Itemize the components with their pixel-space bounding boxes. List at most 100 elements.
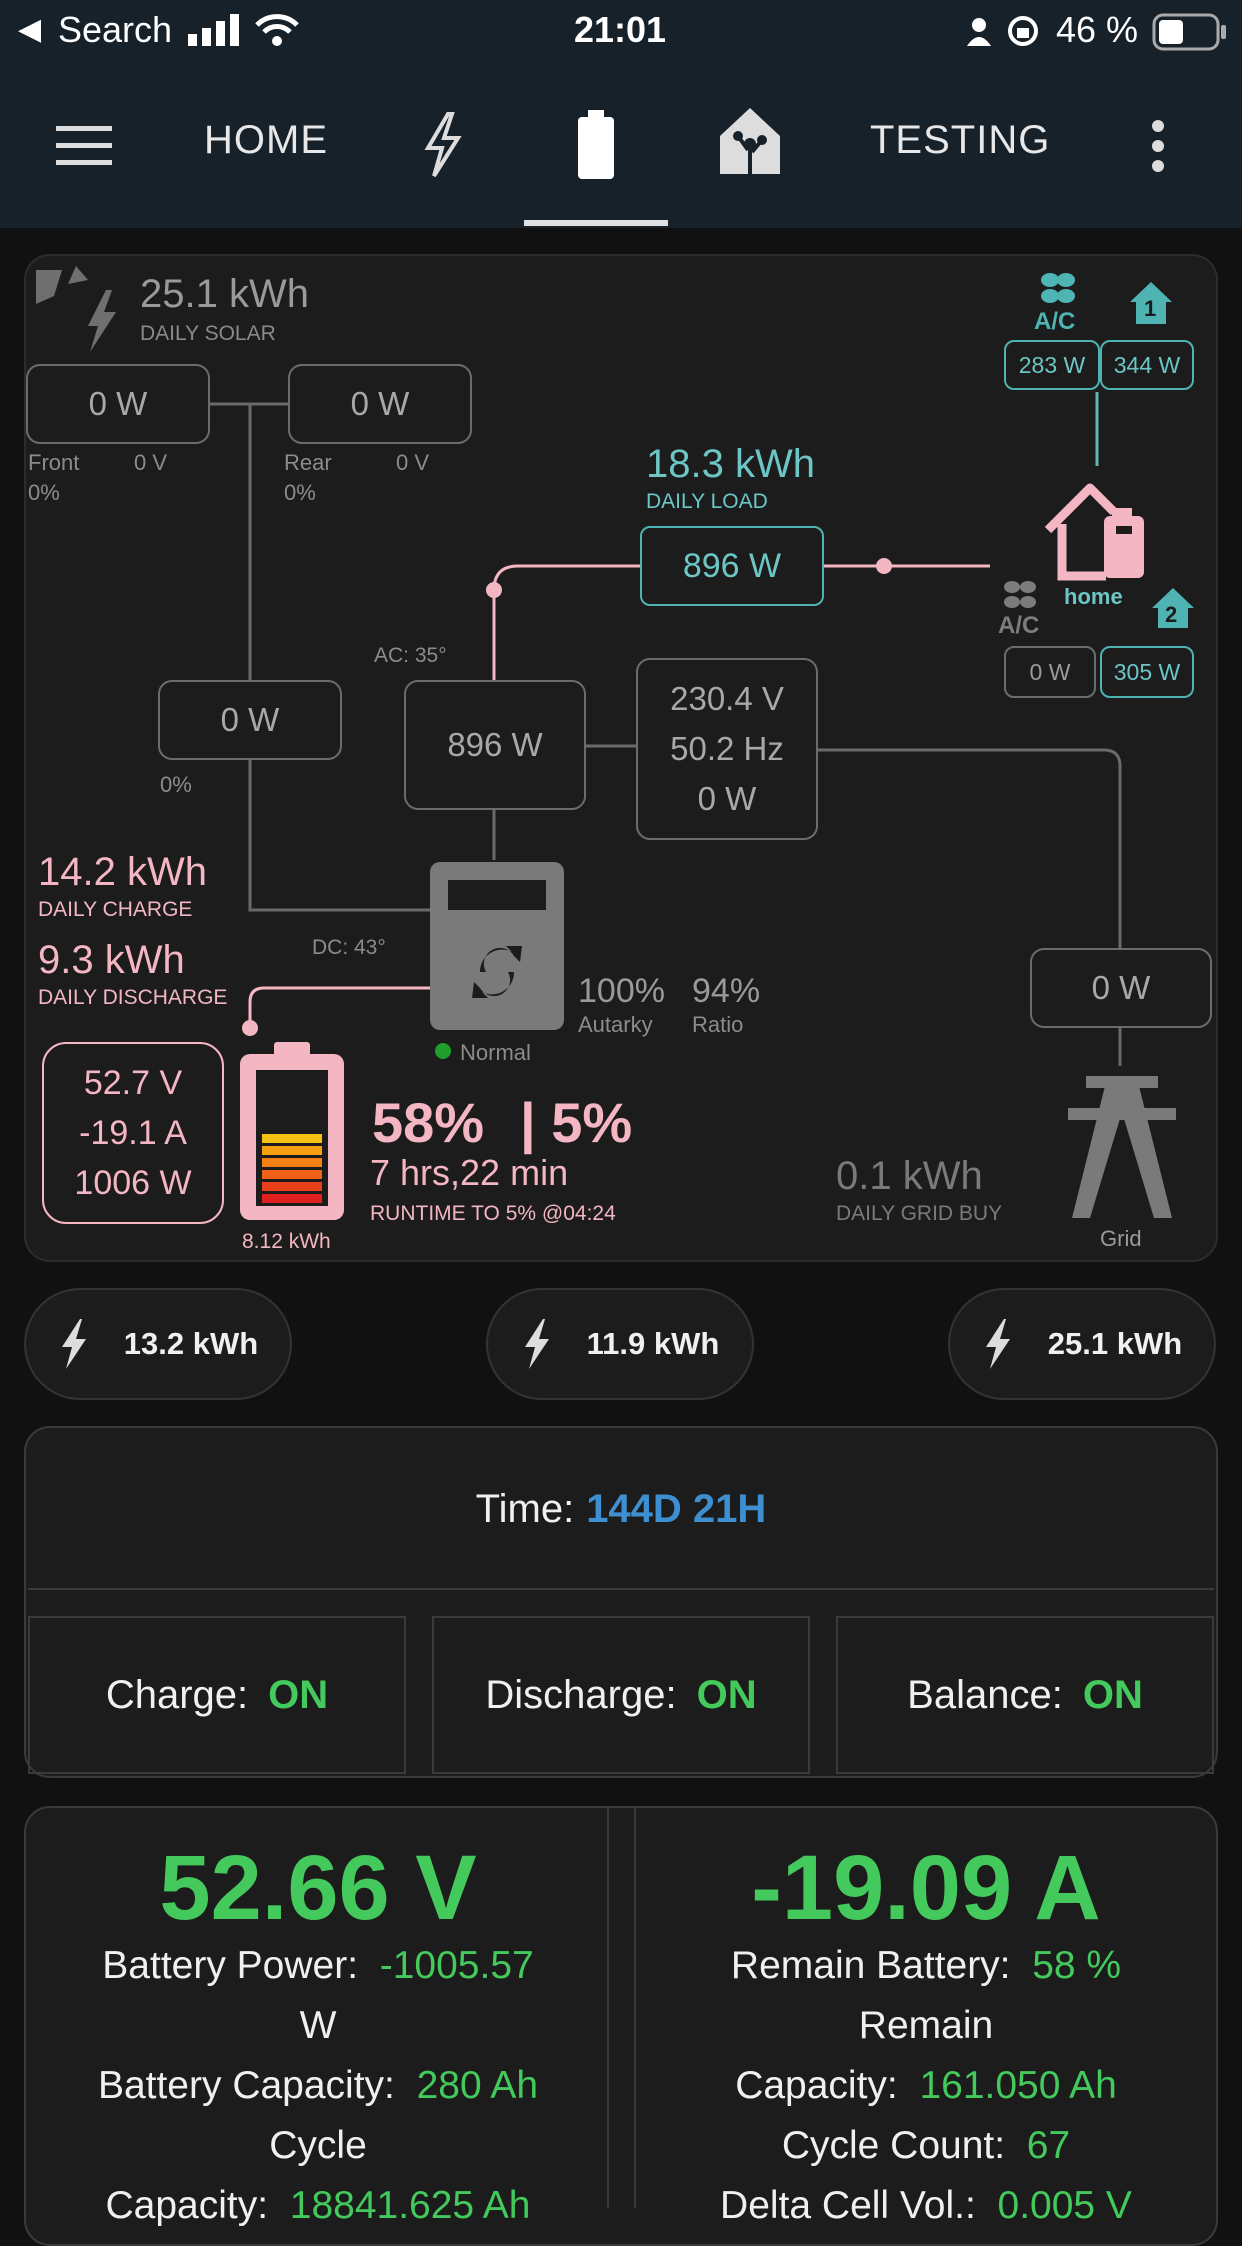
grid-label: Grid	[1100, 1226, 1142, 1251]
battery-power-unit: W	[299, 2004, 337, 2047]
daily-solar-value: 25.1 kWh	[140, 272, 309, 316]
battery-runtime-label: RUNTIME TO 5% @04:24	[370, 1202, 616, 1225]
load-power: 896 W	[640, 526, 824, 606]
energy-pill-3-value: 25.1 kWh	[1047, 1326, 1183, 1361]
ac-label-bottom: A/C	[998, 612, 1040, 639]
load-3-power: 0 W	[1004, 646, 1096, 698]
lightning-icon	[524, 1319, 549, 1369]
cycle-label: Cycle	[269, 2124, 367, 2167]
remain-capacity-row: Capacity: 161.050 Ah	[636, 2064, 1216, 2108]
discharge-status-cell: Discharge: ON	[432, 1616, 810, 1774]
inverter-icon	[430, 862, 564, 1030]
ac-fan-icon-2	[1004, 581, 1036, 608]
battery-power: 1006 W	[74, 1164, 192, 1202]
battery-level-bar	[262, 1194, 322, 1203]
remain-battery-value: 58 %	[1032, 1944, 1122, 1987]
battery-soc: 58%	[372, 1091, 485, 1154]
load-4-power: 305 W	[1100, 646, 1194, 698]
remain-battery-label: Remain Battery:	[730, 1944, 1011, 1987]
load-2-power: 344 W	[1100, 340, 1194, 390]
ac-temperature: AC: 35°	[374, 644, 447, 667]
lightning-icon	[985, 1319, 1010, 1369]
battery-level-bar	[262, 1146, 322, 1155]
charge-value: ON	[268, 1672, 329, 1717]
remain-capacity-value: 161.050 Ah	[919, 2064, 1117, 2107]
discharge-label: Discharge:	[485, 1672, 677, 1717]
battery-runtime: 7 hrs,22 min	[370, 1152, 569, 1193]
pv-front-name: Front	[28, 450, 80, 475]
battery-energy: 8.12 kWh	[242, 1230, 331, 1253]
battery-power-value: -1005.57	[379, 1944, 534, 1987]
cycle-capacity-value: 18841.625 Ah	[289, 2184, 531, 2227]
cycle-count-value: 67	[1026, 2124, 1071, 2167]
inverter-output-power: 896 W	[404, 680, 586, 810]
load-1-power: 283 W	[1004, 340, 1100, 390]
aux-power: 0 W	[158, 680, 342, 760]
balance-status-cell: Balance: ON	[836, 1616, 1214, 1774]
battery-capacity-row: Battery Capacity: 280 Ah	[28, 2064, 608, 2108]
charge-label: Charge:	[105, 1672, 249, 1717]
battery-current: -19.1 A	[79, 1114, 187, 1152]
pv-rear-power: 0 W	[288, 364, 472, 444]
cycle-count-label: Cycle Count:	[781, 2124, 1006, 2167]
remain-battery-row: Remain Battery: 58 %	[636, 1944, 1216, 1988]
energy-pill-3[interactable]: 25.1 kWh	[948, 1288, 1216, 1400]
house-2-number: 2	[1165, 602, 1178, 627]
stats-current: -19.09 A	[751, 1837, 1101, 1939]
battery-level-bar	[262, 1170, 322, 1179]
home-label: home	[1064, 584, 1123, 609]
battery-level-icon	[240, 1042, 344, 1220]
remain-capacity-label-1: Remain	[858, 2004, 994, 2047]
energy-pill-1-value: 13.2 kWh	[123, 1326, 259, 1361]
daily-solar-label: DAILY SOLAR	[140, 322, 276, 345]
delta-cell-value: 0.005 V	[997, 2184, 1132, 2227]
ratio-label: Ratio	[692, 1012, 744, 1037]
delta-cell-row: Delta Cell Vol.: 0.005 V	[636, 2184, 1216, 2228]
time-label: Time:	[475, 1486, 575, 1531]
daily-discharge-value: 9.3 kWh	[38, 938, 185, 982]
energy-pill-2-value: 11.9 kWh	[586, 1326, 720, 1361]
battery-capacity-label: Battery Capacity:	[97, 2064, 395, 2107]
remain-capacity-label: Capacity:	[735, 2064, 898, 2107]
energy-pill-1[interactable]: 13.2 kWh	[24, 1288, 292, 1400]
status-dot-icon	[435, 1043, 451, 1059]
grid-stats-power: 0 W	[697, 780, 757, 817]
battery-level-bar	[262, 1158, 322, 1167]
daily-grid-buy-label: DAILY GRID BUY	[836, 1202, 1003, 1225]
pv-rear-voltage: 0 V	[396, 450, 430, 475]
cycle-capacity-row: Capacity: 18841.625 Ah	[28, 2184, 608, 2228]
cycle-capacity-label: Capacity:	[105, 2184, 269, 2227]
battery-power-row: Battery Power: -1005.57	[28, 1944, 608, 1988]
daily-load-value: 18.3 kWh	[646, 442, 815, 486]
inverter-status: Normal	[460, 1040, 531, 1065]
ac-label-top: A/C	[1034, 308, 1076, 335]
stats-voltage: 52.66 V	[159, 1837, 477, 1939]
autarky-label: Autarky	[578, 1012, 653, 1037]
energy-pill-2[interactable]: 11.9 kWh	[486, 1288, 754, 1400]
battery-voltage: 52.7 V	[83, 1064, 183, 1102]
pv-front-voltage: 0 V	[134, 450, 168, 475]
battery-min-soc: | 5%	[520, 1091, 633, 1154]
grid-stats-box: 230.4 V 50.2 Hz 0 W	[636, 658, 818, 840]
cycle-count-row: Cycle Count: 67	[636, 2124, 1216, 2168]
grid-tower-icon	[1068, 1076, 1176, 1218]
time-value: 144D 21H	[586, 1486, 767, 1531]
dc-temperature: DC: 43°	[312, 936, 386, 959]
ac-fan-icon	[1041, 273, 1075, 303]
divider	[28, 1588, 1214, 1590]
discharge-value: ON	[696, 1672, 757, 1717]
balance-label: Balance:	[907, 1672, 1063, 1717]
lightning-icon	[61, 1319, 86, 1369]
aux-pct: 0%	[160, 772, 192, 797]
daily-charge-value: 14.2 kWh	[38, 850, 207, 894]
balance-value: ON	[1082, 1672, 1143, 1717]
daily-load-label: DAILY LOAD	[646, 490, 768, 513]
charge-status-cell: Charge: ON	[28, 1616, 406, 1774]
battery-capacity-value: 280 Ah	[416, 2064, 539, 2107]
solar-panel-icon	[36, 266, 116, 352]
bms-time-row: Time: 144D 21H	[28, 1430, 1214, 1588]
grid-power: 0 W	[1030, 948, 1212, 1028]
ratio-value: 94%	[692, 972, 761, 1010]
house-1-number: 1	[1144, 296, 1157, 321]
grid-voltage: 230.4 V	[670, 680, 784, 717]
